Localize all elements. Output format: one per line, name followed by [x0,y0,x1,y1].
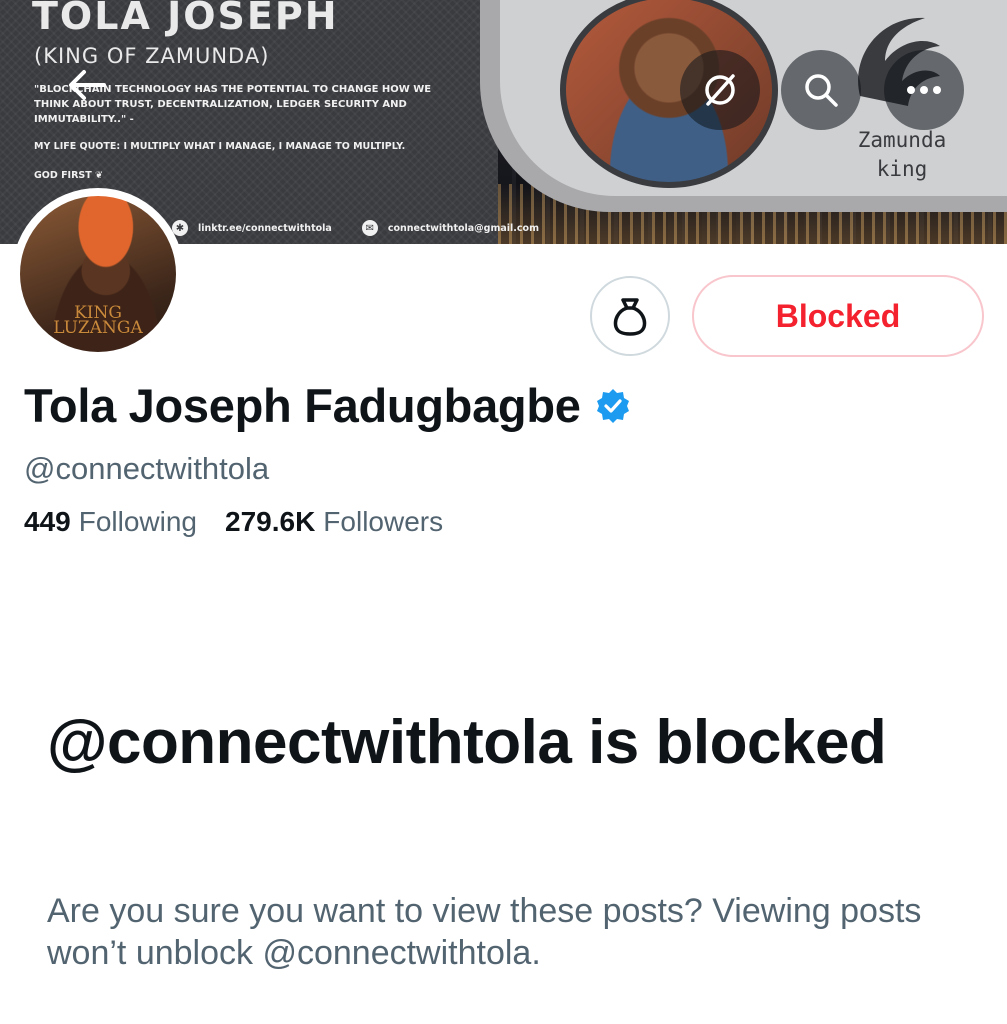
verified-badge-icon[interactable] [595,388,631,424]
banner-link-url: linktr.ee/connectwithtola [198,222,332,234]
following-label: Following [78,506,197,537]
banner-title: TOLA JOSEPH [32,0,339,38]
following-link[interactable]: 449 Following [24,506,197,538]
profile-stats: 449 Following 279.6K Followers [24,506,443,538]
banner-life-quote: MY LIFE QUOTE: I MULTIPLY WHAT I MANAGE,… [34,141,406,152]
profile-name-row: Tola Joseph Fadugbagbe [24,378,631,433]
money-bag-icon [613,298,647,336]
more-dots-icon [907,86,941,94]
more-options-button[interactable] [884,50,964,130]
leaf-icon: ❦ [95,170,104,181]
profile-handle: @connectwithtola [24,451,270,486]
back-button[interactable] [46,45,126,125]
avatar-caption: KING LUZANGA [20,305,176,338]
email-icon: ✉ [361,220,378,236]
grok-button[interactable] [680,50,760,130]
banner-god-first-text: GOD FIRST [34,170,92,181]
followers-count: 279.6K [225,506,316,537]
blocked-notice-heading: @connectwithtola is blocked [47,708,887,777]
followers-link[interactable]: 279.6K Followers [225,506,443,538]
avatar[interactable]: KING LUZANGA [12,188,184,360]
profile-name: Tola Joseph Fadugbagbe [24,379,581,432]
grok-icon [705,74,735,106]
blocked-notice-description: Are you sure you want to view these post… [47,892,922,972]
banner-logo-text: Zamunda king [832,126,972,184]
banner-logo-text-line1: Zamunda [857,128,947,152]
search-button[interactable] [781,50,861,130]
blocked-button[interactable]: Blocked [692,275,984,357]
banner-god-first: GOD FIRST ❦ [34,170,103,181]
avatar-caption-line2: LUZANGA [53,318,143,338]
banner-logo-text-line2: king [876,157,928,181]
followers-label: Followers [323,506,444,537]
banner-links: ✱ linktr.ee/connectwithtola ✉ connectwit… [172,220,539,236]
search-icon [805,74,838,107]
following-count: 449 [24,506,71,537]
banner-link-email: connectwithtola@gmail.com [387,222,539,234]
avatar-image: KING LUZANGA [20,196,176,352]
tip-button[interactable] [590,276,670,356]
back-arrow-icon [69,70,106,100]
